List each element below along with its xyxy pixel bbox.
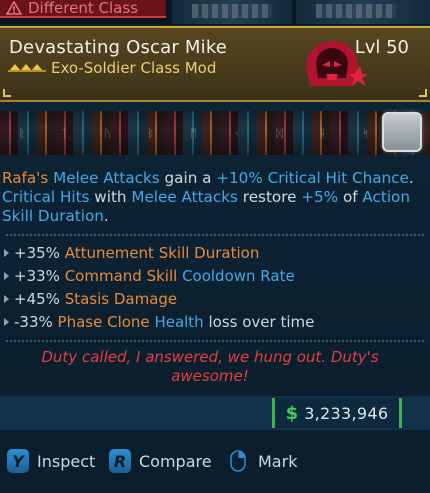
parts-scroll-thumb[interactable]	[382, 112, 422, 152]
desc-crit-bonus: +10% Critical Hit Chance	[216, 169, 409, 187]
warning-triangle-icon	[6, 1, 22, 15]
dollar-icon: $	[285, 402, 299, 424]
mark-label: Mark	[258, 451, 298, 471]
item-description: Rafa's Melee Attacks gain a +10% Critica…	[2, 169, 426, 226]
inspect-button[interactable]: Y Inspect	[7, 448, 95, 474]
bullet-icon	[4, 272, 9, 280]
stat-name: Command Skill	[64, 267, 178, 285]
bullet-icon	[4, 318, 9, 326]
different-class-warning: Different Class	[0, 0, 166, 18]
item-parts-strip[interactable]: ᚱ ᛏ ᚢ ᛒ ᛗ ᚲ ᛞ ᚺ ᛋ ᚨ	[0, 111, 430, 155]
part-glyph: ᛗ	[190, 126, 197, 140]
price-bar: $ 3,233,946	[0, 396, 430, 430]
part-glyph: ᛏ	[61, 126, 68, 140]
stat-row: +45% Stasis Damage	[4, 289, 424, 312]
stats-divider-bottom	[6, 340, 424, 342]
stat-value: +45%	[14, 290, 60, 308]
part-glyph: ᛒ	[147, 126, 154, 140]
desc-text: of	[342, 188, 358, 206]
stats-list: +35% Attunement Skill Duration +33% Comm…	[4, 243, 424, 335]
desc-text: restore	[242, 188, 297, 206]
stat-value: -33%	[14, 313, 53, 331]
stat-suffix: Health	[154, 313, 204, 331]
item-card: Different Class Devastating Oscar Mike E…	[0, 0, 430, 493]
part-glyph: ᛞ	[276, 126, 283, 140]
mark-button[interactable]: Mark	[230, 448, 297, 474]
part-glyphs: ᚱ ᛏ ᚢ ᛒ ᛗ ᚲ ᛞ ᚺ ᛋ ᚨ	[0, 111, 430, 155]
stat-row: +33% Command Skill Cooldown Rate	[4, 266, 424, 289]
part-glyph: ᛋ	[362, 126, 369, 140]
part-glyph: ᚺ	[319, 126, 326, 140]
desc-period: .	[408, 169, 414, 187]
desc-melee-attacks: Melee Attacks	[131, 188, 238, 206]
header-corner-left	[3, 89, 11, 97]
compare-label: Compare	[139, 451, 212, 471]
compare-tabs-bar: Different Class	[0, 0, 430, 25]
r-key-icon: R	[109, 449, 131, 473]
stat-row: +35% Attunement Skill Duration	[4, 243, 424, 266]
stats-divider-top	[6, 234, 424, 236]
stat-name: Attunement Skill Duration	[64, 244, 260, 262]
different-class-label: Different Class	[28, 0, 138, 17]
compare-button[interactable]: R Compare	[109, 448, 212, 474]
item-type: Exo-Soldier Class Mod	[51, 59, 217, 77]
stat-value: +35%	[14, 244, 60, 262]
desc-melee-attacks: Melee Attacks	[53, 169, 160, 187]
part-glyph: ᚱ	[18, 126, 25, 140]
other-item-tab[interactable]	[296, 0, 430, 24]
bullet-icon	[4, 295, 9, 303]
inspect-label: Inspect	[37, 451, 96, 471]
hooded-soldier-icon	[306, 41, 368, 86]
bullet-icon	[4, 249, 9, 257]
equipped-item-tab[interactable]	[172, 0, 292, 24]
item-header: Devastating Oscar Mike Exo-Soldier Class…	[0, 26, 430, 102]
header-corner-right	[419, 89, 427, 97]
stat-suffix: Cooldown Rate	[182, 267, 295, 285]
price-box: $ 3,233,946	[272, 398, 402, 428]
action-bar: Y Inspect R Compare Mark	[0, 440, 430, 480]
stat-name: Stasis Damage	[64, 290, 178, 308]
stat-value: +33%	[14, 267, 60, 285]
stat-name: Phase Clone	[57, 313, 150, 331]
stat-row: -33% Phase Clone Health loss over time	[4, 312, 424, 335]
stat-tail: loss over time	[208, 313, 315, 331]
desc-text: with	[94, 188, 127, 206]
desc-restore-pct: +5%	[301, 188, 339, 206]
desc-character: Rafa's	[2, 169, 49, 187]
flavor-text: Duty called, I answered, we hung out. Du…	[41, 348, 379, 385]
part-glyph: ᚢ	[104, 126, 111, 140]
desc-text: gain a	[164, 169, 212, 187]
y-key-icon: Y	[7, 449, 29, 473]
item-name: Devastating Oscar Mike	[9, 37, 228, 58]
mouse-right-icon	[230, 450, 246, 472]
price-value: 3,233,946	[304, 403, 389, 423]
desc-period: .	[103, 207, 109, 225]
rarity-chevrons-icon	[8, 64, 46, 72]
desc-critical-hits: Critical Hits	[2, 188, 90, 206]
part-glyph: ᚲ	[233, 126, 240, 140]
